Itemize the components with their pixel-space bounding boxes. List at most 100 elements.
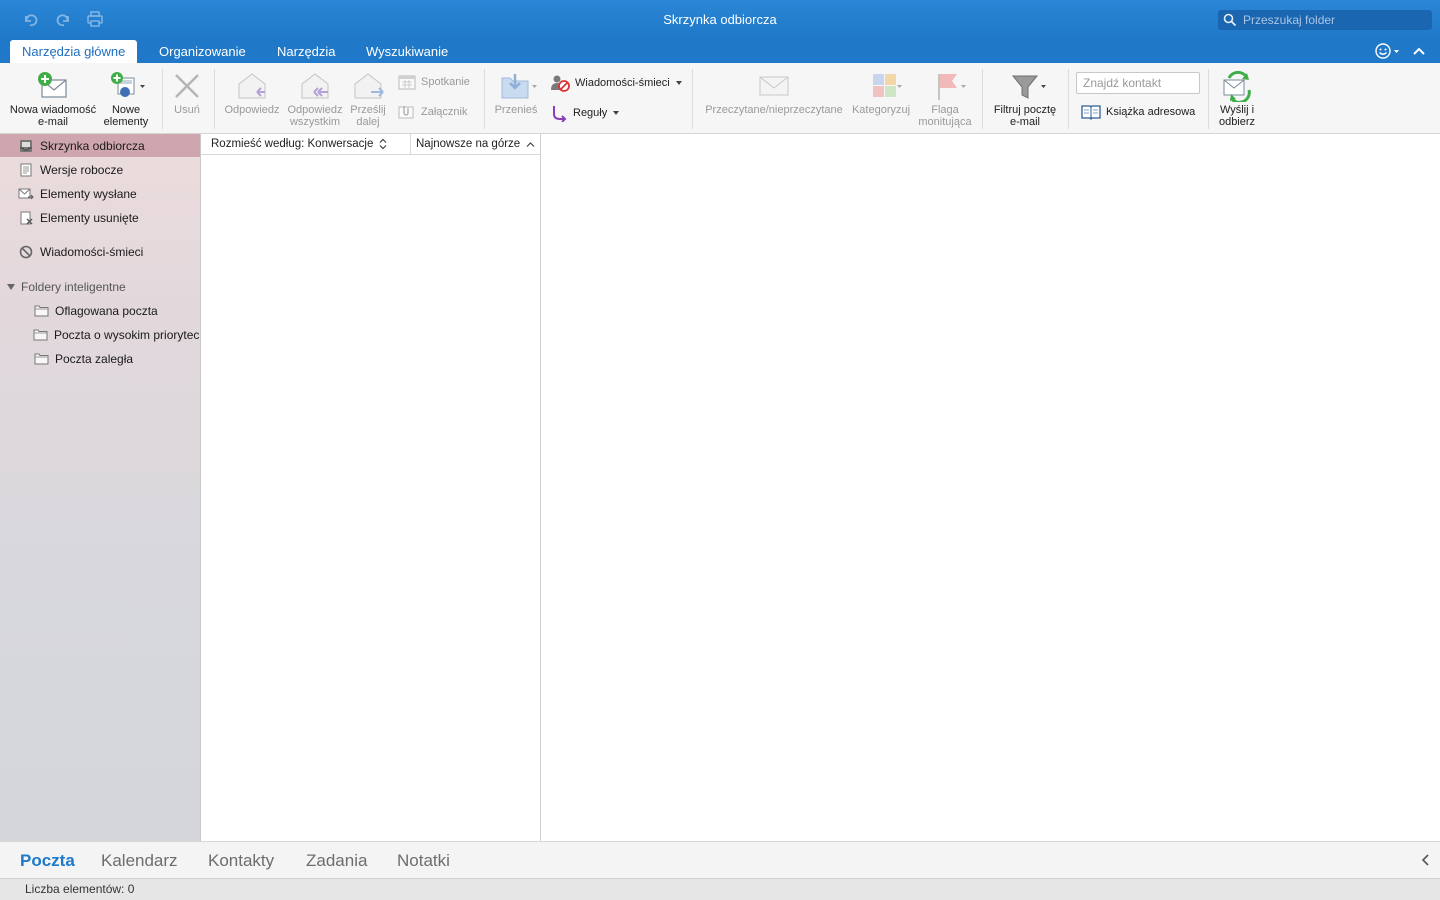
sent-icon xyxy=(18,186,34,202)
address-book-button[interactable]: Książka adresowa xyxy=(1081,104,1195,120)
filter-label-1: Filtruj pocztę xyxy=(993,104,1057,116)
feedback-smiley-icon[interactable] xyxy=(1375,42,1401,63)
sidebar-item-deleted[interactable]: Elementy usunięte xyxy=(0,206,200,229)
send-receive-label-2: odbierz xyxy=(1218,116,1256,128)
folder-icon xyxy=(33,351,49,367)
folder-label: Wiadomości-śmieci xyxy=(40,244,144,259)
attachment-button[interactable]: Załącznik xyxy=(398,104,467,120)
find-contact-input[interactable] xyxy=(1076,72,1200,94)
sidebar-item-sent[interactable]: Elementy wysłane xyxy=(0,182,200,205)
nav-contacts[interactable]: Kontakty xyxy=(208,851,274,871)
status-bar: Liczba elementów: 0 xyxy=(0,878,1440,900)
reading-pane xyxy=(542,134,1440,841)
nav-calendar[interactable]: Kalendarz xyxy=(101,851,178,871)
sidebar-item-junk[interactable]: Wiadomości-śmieci xyxy=(0,240,200,263)
junk-icon xyxy=(18,244,34,260)
follow-up-button[interactable]: Flaga monitująca xyxy=(913,68,977,128)
dropdown-caret-icon xyxy=(675,81,682,85)
junk-button[interactable]: Wiadomości-śmieci xyxy=(550,74,683,92)
sidebar-item-drafts[interactable]: Wersje robocze xyxy=(0,158,200,181)
forward-label-2: dalej xyxy=(356,116,380,128)
tab-search[interactable]: Wyszukiwanie xyxy=(354,40,460,63)
reply-button[interactable]: Odpowiedz xyxy=(220,68,284,116)
ribbon-divider xyxy=(1068,69,1069,129)
search-input[interactable] xyxy=(1243,13,1423,27)
ribbon-divider xyxy=(484,69,485,129)
nav-notes[interactable]: Notatki xyxy=(397,851,450,871)
follow-up-label-2: monitująca xyxy=(918,116,972,128)
read-unread-button[interactable]: Przeczytane/nieprzeczytane xyxy=(700,68,848,116)
tab-home[interactable]: Narzędzia główne xyxy=(10,40,138,63)
title-bar: Skrzynka odbiorcza xyxy=(0,0,1440,40)
new-items-icon xyxy=(100,68,152,104)
envelope-icon xyxy=(700,68,848,104)
reply-all-button[interactable]: Odpowiedz wszystkim xyxy=(284,68,346,128)
meeting-calendar-icon xyxy=(398,75,416,90)
send-receive-button[interactable]: Wyślij i odbierz xyxy=(1212,68,1262,128)
sort-order-label: Najnowsze na górze xyxy=(416,138,521,150)
ribbon-divider xyxy=(1208,69,1209,129)
forward-label-1: Prześlij xyxy=(350,104,386,116)
move-folder-icon xyxy=(488,68,544,104)
folder-pane: Skrzynka odbiorcza Wersje robocze Elemen… xyxy=(0,134,201,841)
new-items-button[interactable]: Nowe elementy xyxy=(100,68,152,128)
flag-icon xyxy=(913,68,977,104)
sidebar-item-overdue[interactable]: Poczta zaległa xyxy=(0,347,200,370)
junk-person-block-icon xyxy=(551,75,570,92)
folder-label: Elementy usunięte xyxy=(40,210,139,225)
folder-icon xyxy=(33,303,49,319)
filter-funnel-icon xyxy=(988,68,1062,104)
rules-label: Reguły xyxy=(573,107,608,119)
chevron-left-icon[interactable] xyxy=(1420,853,1430,870)
meeting-label: Spotkanie xyxy=(421,76,470,88)
read-unread-label: Przeczytane/nieprzeczytane xyxy=(705,104,843,116)
address-book-icon xyxy=(1081,105,1101,120)
categorize-button[interactable]: Kategoryzuj xyxy=(849,68,913,116)
new-email-button[interactable]: Nowa wiadomość e-mail xyxy=(6,68,100,128)
sort-order-button[interactable]: Najnowsze na górze xyxy=(411,138,535,150)
folder-label: Poczta zaległa xyxy=(55,351,134,366)
trash-icon xyxy=(18,210,34,226)
rules-button[interactable]: Reguły xyxy=(550,104,620,122)
delete-button[interactable]: Usuń xyxy=(166,68,208,116)
new-items-label-1: Nowe xyxy=(111,104,141,116)
address-book-label: Książka adresowa xyxy=(1106,106,1196,118)
ribbon-divider xyxy=(214,69,215,129)
rules-icon xyxy=(553,106,567,122)
search-icon xyxy=(1223,13,1237,27)
sort-updown-icon xyxy=(379,138,387,150)
folder-search[interactable] xyxy=(1218,10,1432,30)
drafts-icon xyxy=(18,162,34,178)
folder-label: Poczta o wysokim priorytecie xyxy=(54,327,200,342)
folder-label: Skrzynka odbiorcza xyxy=(40,138,145,153)
ribbon-divider xyxy=(982,69,983,129)
attachment-icon xyxy=(398,106,414,119)
follow-up-label-1: Flaga xyxy=(931,104,959,116)
tab-organize[interactable]: Organizowanie xyxy=(147,40,258,63)
arrange-by-label: Rozmieść według: Konwersacje xyxy=(211,138,374,150)
sidebar-item-flagged[interactable]: Oflagowana poczta xyxy=(0,299,200,322)
dropdown-caret-icon xyxy=(613,111,620,115)
meeting-button[interactable]: Spotkanie xyxy=(398,74,470,90)
forward-icon xyxy=(346,68,390,104)
tab-tools[interactable]: Narzędzia xyxy=(265,40,348,63)
sidebar-item-inbox[interactable]: Skrzynka odbiorcza xyxy=(0,134,200,157)
new-email-icon xyxy=(6,68,100,104)
forward-button[interactable]: Prześlij dalej xyxy=(346,68,390,128)
reply-all-label-2: wszystkim xyxy=(289,116,341,128)
ribbon-tabs: Narzędzia główne Organizowanie Narzędzia… xyxy=(0,40,1440,63)
move-button[interactable]: Przenieś xyxy=(488,68,544,116)
smart-folders-header[interactable]: Foldery inteligentne xyxy=(6,280,126,294)
nav-tasks[interactable]: Zadania xyxy=(306,851,367,871)
folder-label: Elementy wysłane xyxy=(40,186,137,201)
filter-email-button[interactable]: Filtruj pocztę e-mail xyxy=(988,68,1062,128)
arrange-by-dropdown[interactable]: Rozmieść według: Konwersacje xyxy=(201,133,411,155)
nav-mail[interactable]: Poczta xyxy=(20,851,75,871)
categorize-label: Kategoryzuj xyxy=(851,104,911,116)
collapse-ribbon-icon[interactable] xyxy=(1412,44,1426,61)
ribbon: Nowa wiadomość e-mail Nowe elementy Usuń… xyxy=(0,63,1440,134)
smart-folders-label: Foldery inteligentne xyxy=(21,280,126,294)
sidebar-item-high-priority[interactable]: Poczta o wysokim priorytecie xyxy=(0,323,200,346)
disclosure-triangle-icon xyxy=(7,284,15,290)
attachment-label: Załącznik xyxy=(421,106,468,118)
